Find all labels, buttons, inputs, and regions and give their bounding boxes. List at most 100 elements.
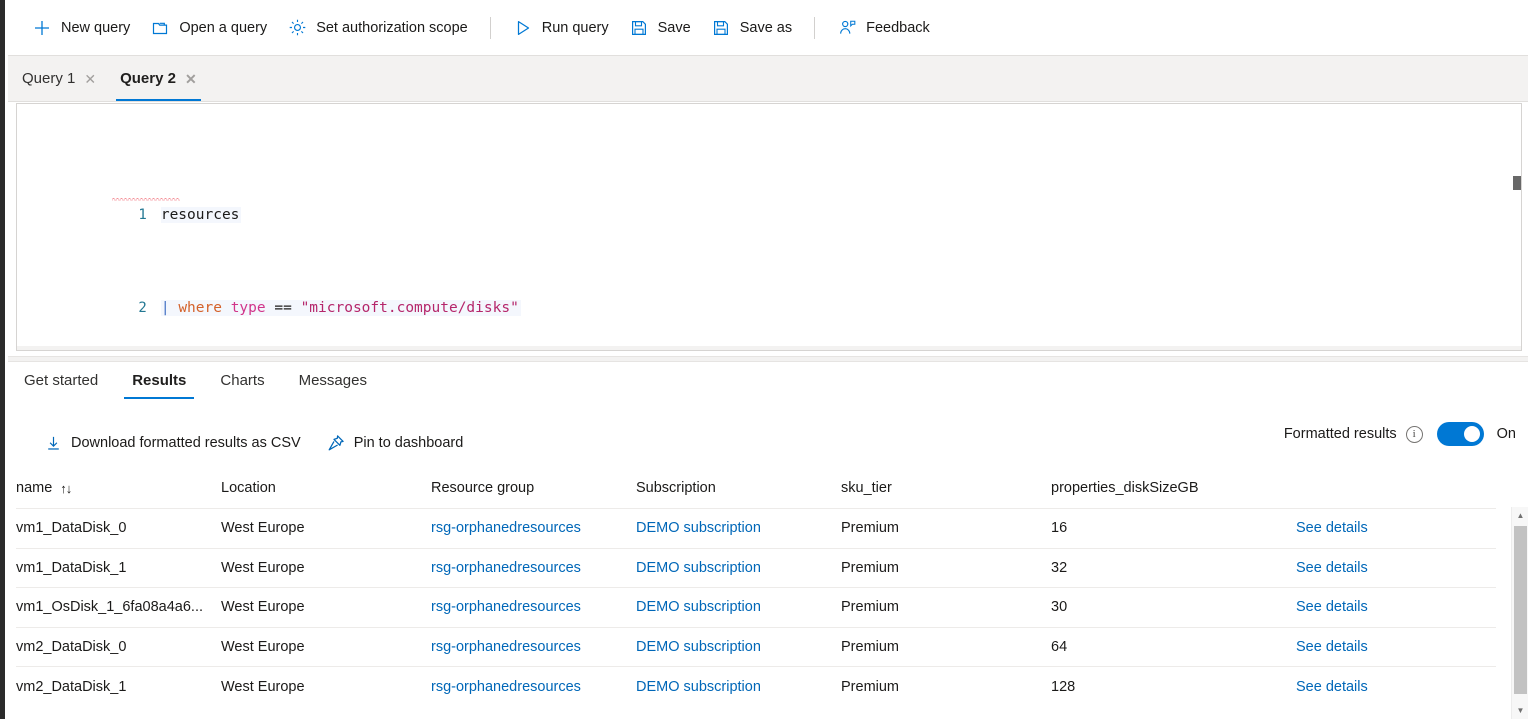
query-tab-1[interactable]: Query 1 ✕ — [8, 56, 106, 101]
column-header-resource-group[interactable]: Resource group — [431, 474, 636, 509]
pin-to-dashboard-button[interactable]: Pin to dashboard — [327, 428, 464, 458]
scroll-down-icon[interactable]: ▼ — [1512, 702, 1528, 719]
pin-to-dashboard-label: Pin to dashboard — [353, 435, 464, 451]
table-row[interactable]: vm1_DataDisk_0 West Europe rsg-orphanedr… — [16, 508, 1496, 548]
subscription-link[interactable]: DEMO subscription — [636, 520, 761, 536]
query-editor[interactable]: 1 resources 2 | where type == "microsoft.c… — [16, 103, 1522, 351]
column-header-subscription[interactable]: Subscription — [636, 474, 841, 509]
open-a-query-button[interactable]: Open a query — [140, 10, 277, 46]
resource-group-link[interactable]: rsg-orphanedresources — [431, 560, 581, 576]
save-as-button[interactable]: Save as — [701, 10, 802, 46]
results-scroll-thumb[interactable] — [1514, 526, 1527, 694]
cell-subscription: DEMO subscription — [636, 626, 841, 667]
resource-group-link[interactable]: rsg-orphanedresources — [431, 520, 581, 536]
editor-horizontal-scrollbar[interactable] — [17, 346, 1521, 350]
cell-subscription: DEMO subscription — [636, 666, 841, 706]
table-row[interactable]: vm1_OsDisk_1_6fa08a4a6... West Europe rs… — [16, 587, 1496, 627]
resource-group-link[interactable]: rsg-orphanedresources — [431, 639, 581, 655]
token-string: "microsoft.compute/disks" — [300, 300, 519, 317]
save-as-icon — [711, 18, 731, 38]
code-line-1: 1 resources — [17, 180, 1521, 223]
column-header-location[interactable]: Location — [221, 474, 431, 509]
folder-open-icon — [150, 18, 170, 38]
column-header-location-label: Location — [221, 480, 276, 496]
resource-group-link[interactable]: rsg-orphanedresources — [431, 599, 581, 615]
resource-group-link[interactable]: rsg-orphanedresources — [431, 679, 581, 695]
tab-messages[interactable]: Messages — [291, 372, 375, 399]
editor-scroll-thumb[interactable] — [1513, 176, 1521, 190]
download-icon — [44, 434, 62, 452]
new-query-button[interactable]: New query — [22, 10, 140, 46]
cell-sku-tier: Premium — [841, 547, 1051, 588]
tab-charts[interactable]: Charts — [212, 372, 272, 399]
tab-get-started-label: Get started — [24, 371, 99, 389]
cell-details: See details — [1296, 666, 1496, 706]
subscription-link[interactable]: DEMO subscription — [636, 599, 761, 615]
results-vertical-scrollbar[interactable]: ▲ ▼ — [1511, 507, 1528, 719]
new-query-label: New query — [61, 19, 131, 36]
cell-details: See details — [1296, 508, 1496, 548]
results-tab-bar: Get started Results Charts Messages — [16, 366, 393, 404]
tab-results[interactable]: Results — [124, 371, 195, 399]
close-icon[interactable]: ✕ — [84, 72, 96, 86]
see-details-link[interactable]: See details — [1296, 639, 1368, 655]
table-row[interactable]: vm1_DataDisk_1 West Europe rsg-orphanedr… — [16, 547, 1496, 588]
code-content[interactable]: 1 resources 2 | where type == "microsoft.c… — [17, 110, 1521, 350]
download-csv-button[interactable]: Download formatted results as CSV — [44, 428, 301, 458]
query-tab-2-label: Query 2 — [120, 70, 176, 87]
save-button[interactable]: Save — [619, 10, 701, 46]
see-details-link[interactable]: See details — [1296, 560, 1368, 576]
cell-subscription: DEMO subscription — [636, 587, 841, 627]
tab-messages-label: Messages — [298, 371, 367, 389]
plus-icon — [32, 18, 52, 38]
column-header-disk-size[interactable]: properties_diskSizeGB — [1051, 474, 1296, 509]
sort-icon[interactable]: ↑↓ — [60, 481, 72, 496]
query-tab-bar: Query 1 ✕ Query 2 ✕ — [8, 56, 1528, 102]
table-row[interactable]: vm2_DataDisk_0 West Europe rsg-orphanedr… — [16, 626, 1496, 667]
tab-get-started[interactable]: Get started — [16, 372, 106, 399]
scroll-up-icon[interactable]: ▲ — [1512, 507, 1528, 524]
table-header-row: name ↑↓ Location Resource group Subscrip… — [16, 474, 1496, 509]
line-number: 2 — [138, 300, 147, 317]
table-row[interactable]: vm2_DataDisk_1 West Europe rsg-orphanedr… — [16, 666, 1496, 706]
column-header-disk-size-label: properties_diskSizeGB — [1051, 480, 1199, 496]
cell-location: West Europe — [221, 626, 431, 667]
resource-graph-explorer: New query Open a query Set authorization… — [0, 0, 1528, 719]
see-details-link[interactable]: See details — [1296, 679, 1368, 695]
close-icon[interactable]: ✕ — [185, 72, 197, 86]
query-tab-2[interactable]: Query 2 ✕ — [106, 56, 207, 101]
cell-details: See details — [1296, 547, 1496, 588]
subscription-link[interactable]: DEMO subscription — [636, 679, 761, 695]
column-header-sku-tier[interactable]: sku_tier — [841, 474, 1051, 509]
editor-vertical-scrollbar[interactable] — [1513, 104, 1521, 350]
subscription-link[interactable]: DEMO subscription — [636, 560, 761, 576]
set-authorization-scope-button[interactable]: Set authorization scope — [277, 10, 478, 46]
code-line-2: 2 | where type == "microsoft.compute/disk… — [17, 274, 1521, 317]
cell-sku-tier: Premium — [841, 666, 1051, 706]
subscription-link[interactable]: DEMO subscription — [636, 639, 761, 655]
results-table-head: name ↑↓ Location Resource group Subscrip… — [16, 474, 1496, 509]
cell-resource-group: rsg-orphanedresources — [431, 547, 636, 588]
column-header-name-label: name — [16, 480, 53, 496]
formatted-results-state: On — [1496, 426, 1516, 442]
cell-location: West Europe — [221, 587, 431, 627]
cell-sku-tier: Premium — [841, 587, 1051, 627]
info-icon[interactable]: i — [1405, 425, 1423, 443]
column-header-name[interactable]: name ↑↓ — [16, 474, 221, 509]
panel-splitter[interactable] — [8, 356, 1528, 362]
cell-location: West Europe — [221, 547, 431, 588]
save-as-label: Save as — [739, 19, 793, 36]
results-table-body: vm1_DataDisk_0 West Europe rsg-orphanedr… — [16, 508, 1496, 706]
see-details-link[interactable]: See details — [1296, 520, 1368, 536]
run-query-button[interactable]: Run query — [503, 10, 619, 46]
cell-details: See details — [1296, 587, 1496, 627]
line-number: 1 — [138, 206, 147, 223]
cell-resource-group: rsg-orphanedresources — [431, 587, 636, 627]
token-column-type: type — [230, 300, 266, 317]
token-operator: == — [274, 300, 292, 317]
see-details-link[interactable]: See details — [1296, 599, 1368, 615]
download-csv-label: Download formatted results as CSV — [71, 435, 301, 451]
feedback-button[interactable]: Feedback — [827, 10, 940, 46]
tab-results-label: Results — [132, 371, 187, 389]
formatted-results-toggle[interactable] — [1436, 422, 1484, 446]
